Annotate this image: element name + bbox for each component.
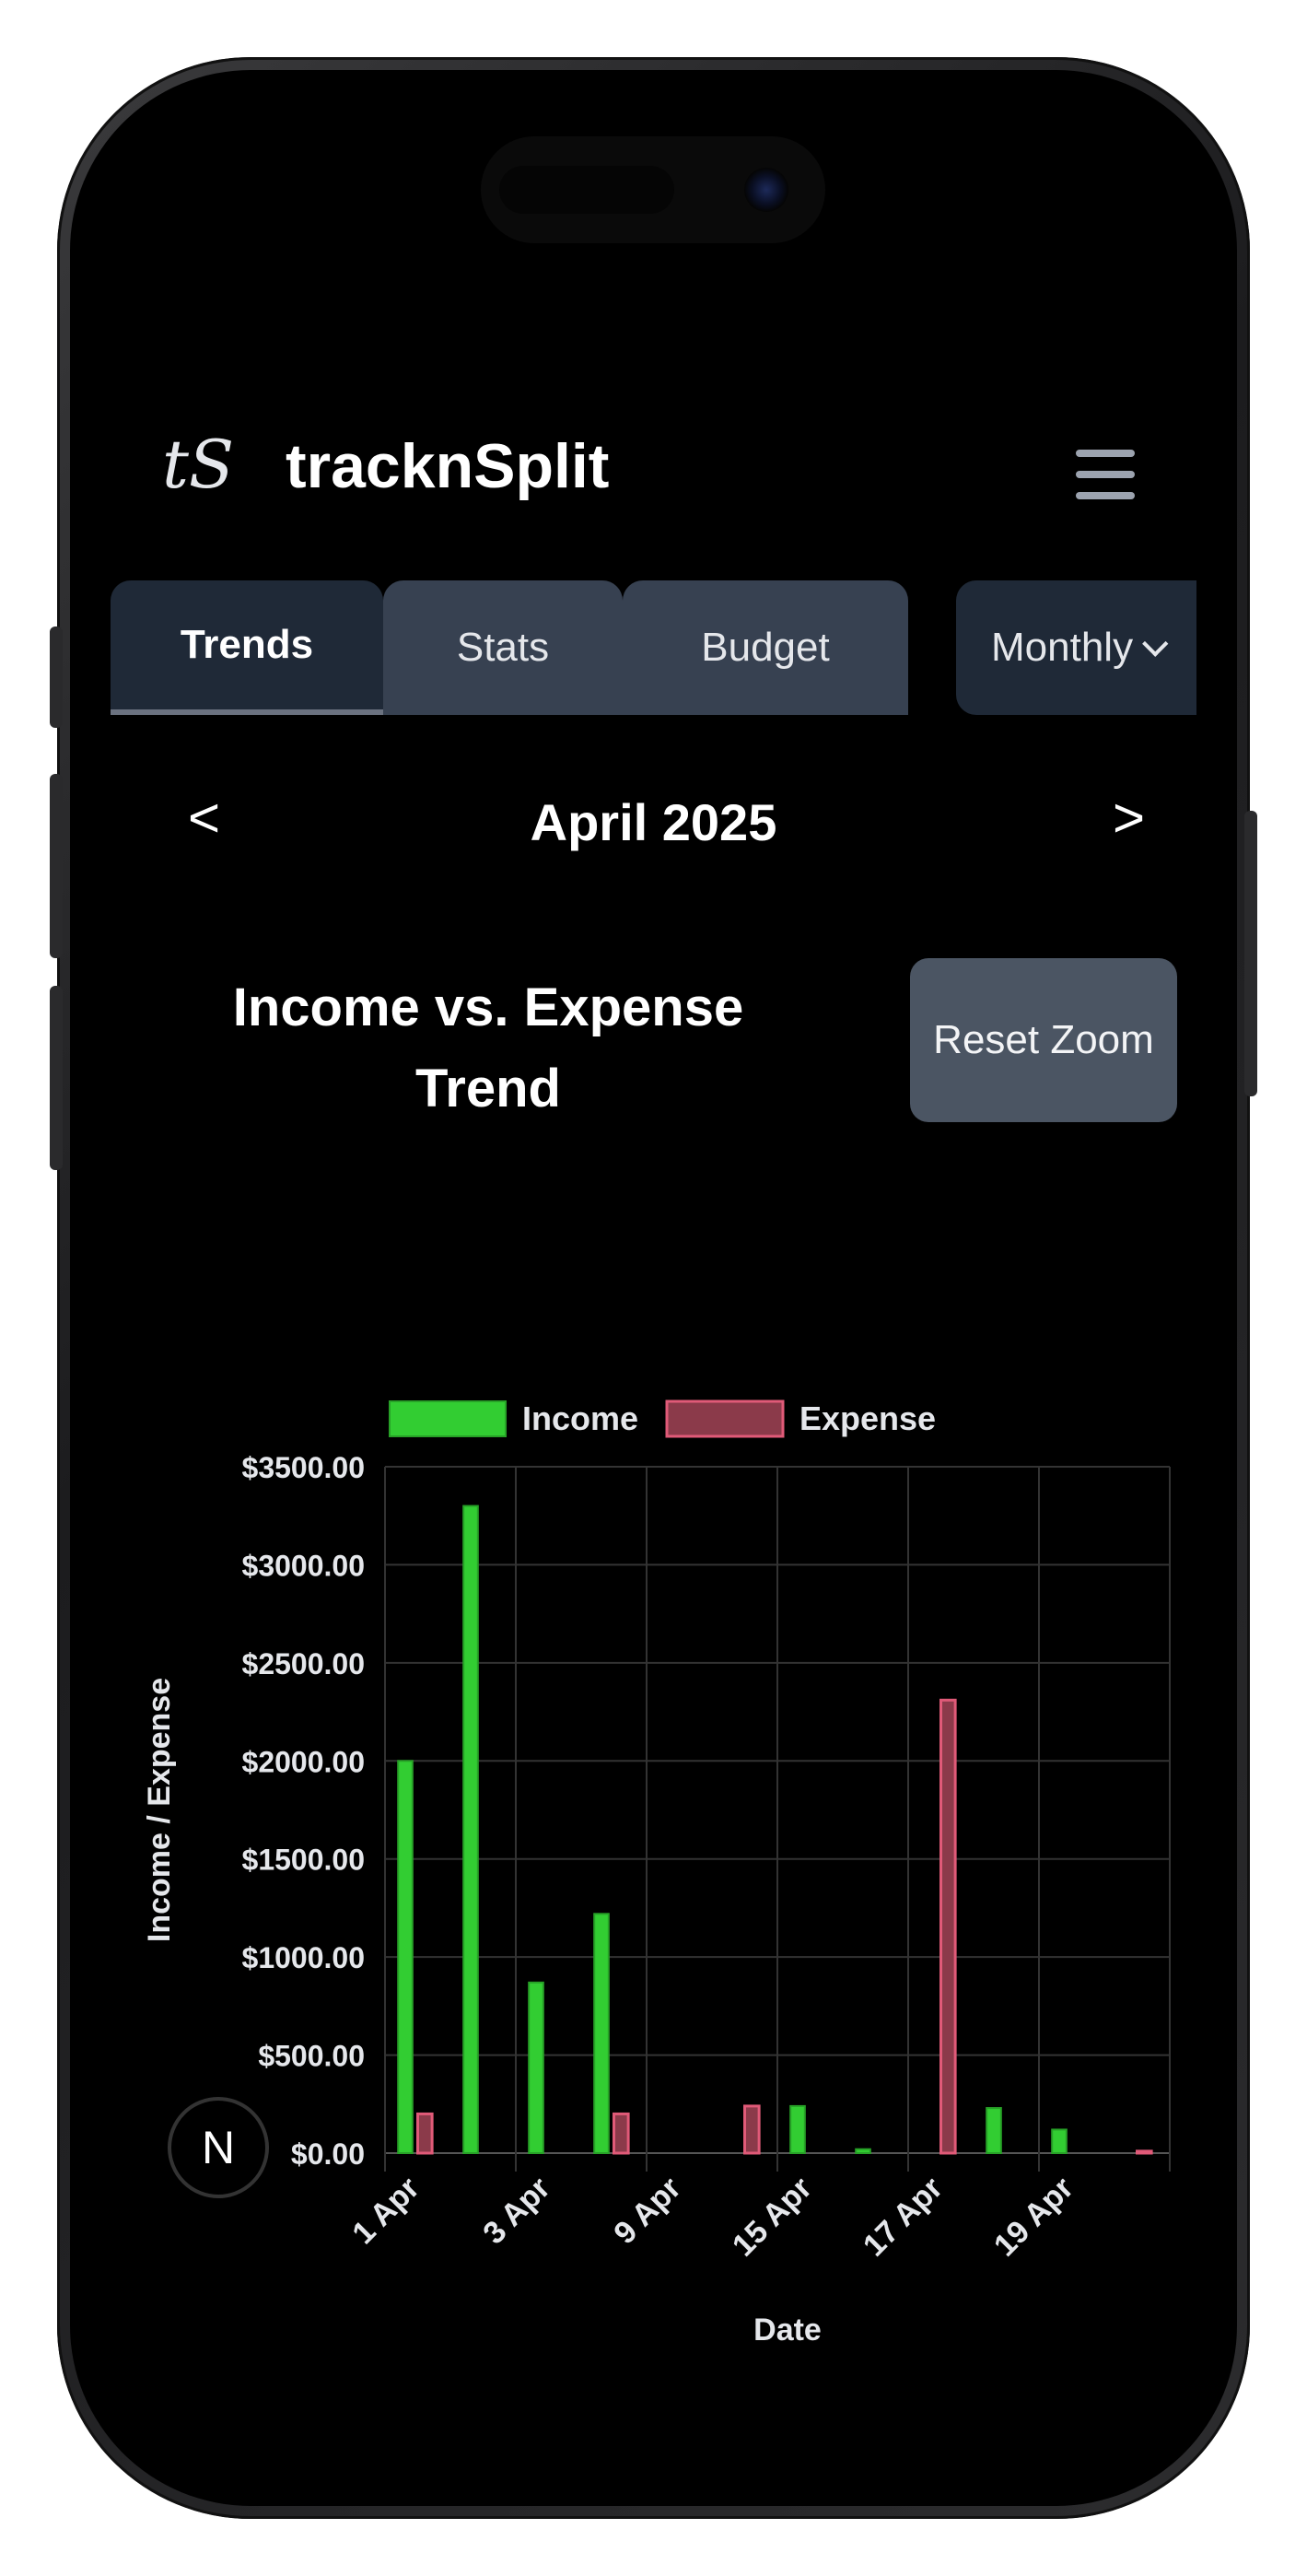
volume-up-button: [50, 774, 63, 958]
y-tick-label: $3000.00: [242, 1549, 365, 1582]
chart-title-line-1: Income vs. Expense: [232, 978, 744, 1037]
x-tick-label: 3 Apr: [476, 2171, 556, 2251]
y-tick-label: $1500.00: [242, 1844, 365, 1877]
income-expense-chart[interactable]: $0.00 $500.00 $1000.00 $1500.00 $2000.00 $250…: [111, 1290, 1196, 2349]
income-bar: [855, 2148, 871, 2155]
legend-swatch-expense: [665, 1399, 785, 1438]
tab-trends[interactable]: Trends: [111, 580, 383, 715]
period-select[interactable]: Monthly: [956, 580, 1196, 715]
expense-bar: [1136, 2149, 1153, 2155]
silent-switch: [50, 626, 63, 728]
legend-label-expense: Expense: [799, 1399, 936, 1437]
chart-title: Income vs. Expense Trend: [230, 967, 746, 1130]
x-tick-label: 1 Apr: [345, 2171, 426, 2251]
x-tick-label: 9 Apr: [607, 2171, 687, 2251]
power-button: [1244, 811, 1257, 1096]
y-axis-title: Income / Expense: [142, 1678, 177, 1942]
y-tick-label: $2000.00: [242, 1745, 365, 1778]
sensor-pill: [499, 166, 674, 214]
legend-swatch-income: [389, 1400, 507, 1437]
expense-bar: [939, 1698, 957, 2155]
x-tick-label: 15 Apr: [726, 2171, 819, 2264]
tab-stats[interactable]: Stats: [383, 580, 623, 715]
income-bar: [528, 1981, 544, 2154]
period-select-value: Monthly: [991, 625, 1134, 670]
x-tick-label: 19 Apr: [987, 2171, 1080, 2264]
income-bar: [462, 1505, 479, 2155]
y-tick-label: $0.00: [291, 2137, 365, 2171]
reset-zoom-button[interactable]: Reset Zoom: [910, 958, 1177, 1122]
expense-bar: [613, 2112, 630, 2155]
x-tick-label: 17 Apr: [857, 2171, 950, 2264]
hamburger-menu-icon[interactable]: [1076, 450, 1135, 499]
y-tick-label: $500.00: [258, 2040, 365, 2073]
income-bar: [397, 1760, 414, 2154]
tab-label: Trends: [180, 622, 314, 667]
volume-down-button: [50, 986, 63, 1170]
income-bar: [789, 2104, 806, 2155]
expense-bar: [743, 2104, 761, 2155]
tab-label: Stats: [456, 625, 550, 670]
app-logo[interactable]: tS: [162, 431, 234, 498]
y-tick-label: $1000.00: [242, 1941, 365, 1974]
dynamic-island: [481, 136, 825, 243]
income-bar: [1051, 2128, 1068, 2155]
y-tick-label: $3500.00: [242, 1451, 365, 1484]
income-bar: [986, 2107, 1002, 2154]
chart-title-line-2: Trend: [415, 1059, 561, 1118]
x-axis-title: Date: [753, 2313, 822, 2348]
legend-label-income: Income: [522, 1399, 638, 1437]
current-month-label: April 2025: [530, 793, 777, 851]
next-month-button[interactable]: >: [1113, 790, 1145, 846]
y-tick-label: $2500.00: [242, 1647, 365, 1680]
camera-icon: [744, 168, 788, 212]
tab-budget[interactable]: Budget: [623, 580, 908, 715]
app-brand-name[interactable]: tracknSplit: [286, 435, 609, 498]
chevron-down-icon: [1142, 630, 1169, 657]
income-bar: [593, 1913, 610, 2154]
app-screen: tS tracknSplit Trends Stats Budget Month…: [111, 111, 1196, 2465]
expense-bar: [416, 2112, 434, 2155]
tab-label: Budget: [701, 625, 830, 670]
next-dev-indicator-button[interactable]: N: [168, 2097, 269, 2198]
